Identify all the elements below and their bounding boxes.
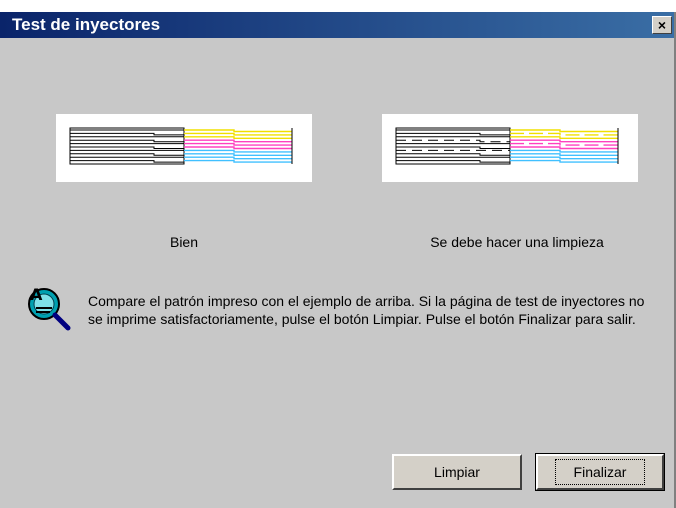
pattern-line-color <box>184 149 292 153</box>
pattern-line-color <box>184 156 292 160</box>
pattern-line-color <box>510 142 618 146</box>
pattern-line-black <box>396 153 510 156</box>
pattern-line-color <box>510 139 618 143</box>
finish-button[interactable]: Finalizar <box>535 453 665 491</box>
pattern-line-color <box>510 159 618 163</box>
pattern-line-black <box>396 139 510 143</box>
pattern-line-black <box>70 160 184 163</box>
instruction-text: Compare el patrón impreso con el ejemplo… <box>88 293 645 327</box>
pattern-line-black <box>396 146 510 149</box>
pattern-line-color <box>510 149 618 153</box>
pattern-line-color <box>184 146 292 150</box>
pattern-line-black <box>70 139 184 143</box>
close-button[interactable]: × <box>652 16 672 34</box>
pattern-line-color <box>510 153 618 156</box>
window-title: Test de inyectores <box>12 15 161 34</box>
pattern-line-black <box>396 160 510 163</box>
bad-nozzle-pattern <box>395 127 619 165</box>
svg-text:A: A <box>30 285 43 304</box>
pattern-line-black <box>396 132 510 136</box>
pattern-line-black <box>70 153 184 156</box>
pattern-line-black <box>70 132 184 136</box>
pattern-line-color <box>510 146 618 150</box>
good-pattern-caption: Bien <box>169 234 199 250</box>
pattern-line-color <box>184 136 292 139</box>
pattern-line-color <box>184 132 292 136</box>
clean-button[interactable]: Limpiar <box>392 454 522 490</box>
pattern-line-color <box>510 129 618 133</box>
finish-button-label: Finalizar <box>554 459 646 485</box>
close-icon: × <box>657 17 667 33</box>
good-nozzle-pattern <box>69 127 293 165</box>
pattern-line-color <box>184 129 292 133</box>
nozzle-check-dialog: Test de inyectores × Bien Se debe hacer … <box>0 12 676 508</box>
title-bar[interactable]: Test de inyectores × <box>0 12 674 38</box>
pattern-line-color <box>184 139 292 143</box>
pattern-line-color <box>510 156 618 160</box>
pattern-line-color <box>510 136 618 139</box>
bad-pattern-image <box>382 114 638 182</box>
magnifier-info-icon: A <box>28 285 71 331</box>
pattern-line-color <box>184 153 292 156</box>
pattern-line-color <box>184 159 292 163</box>
clean-button-label: Limpiar <box>434 464 480 480</box>
pattern-line-color <box>510 132 618 136</box>
pattern-line-color <box>184 142 292 146</box>
bad-pattern-caption: Se debe hacer una limpieza <box>430 234 604 250</box>
pattern-line-black <box>70 146 184 149</box>
good-pattern-image <box>56 114 312 182</box>
